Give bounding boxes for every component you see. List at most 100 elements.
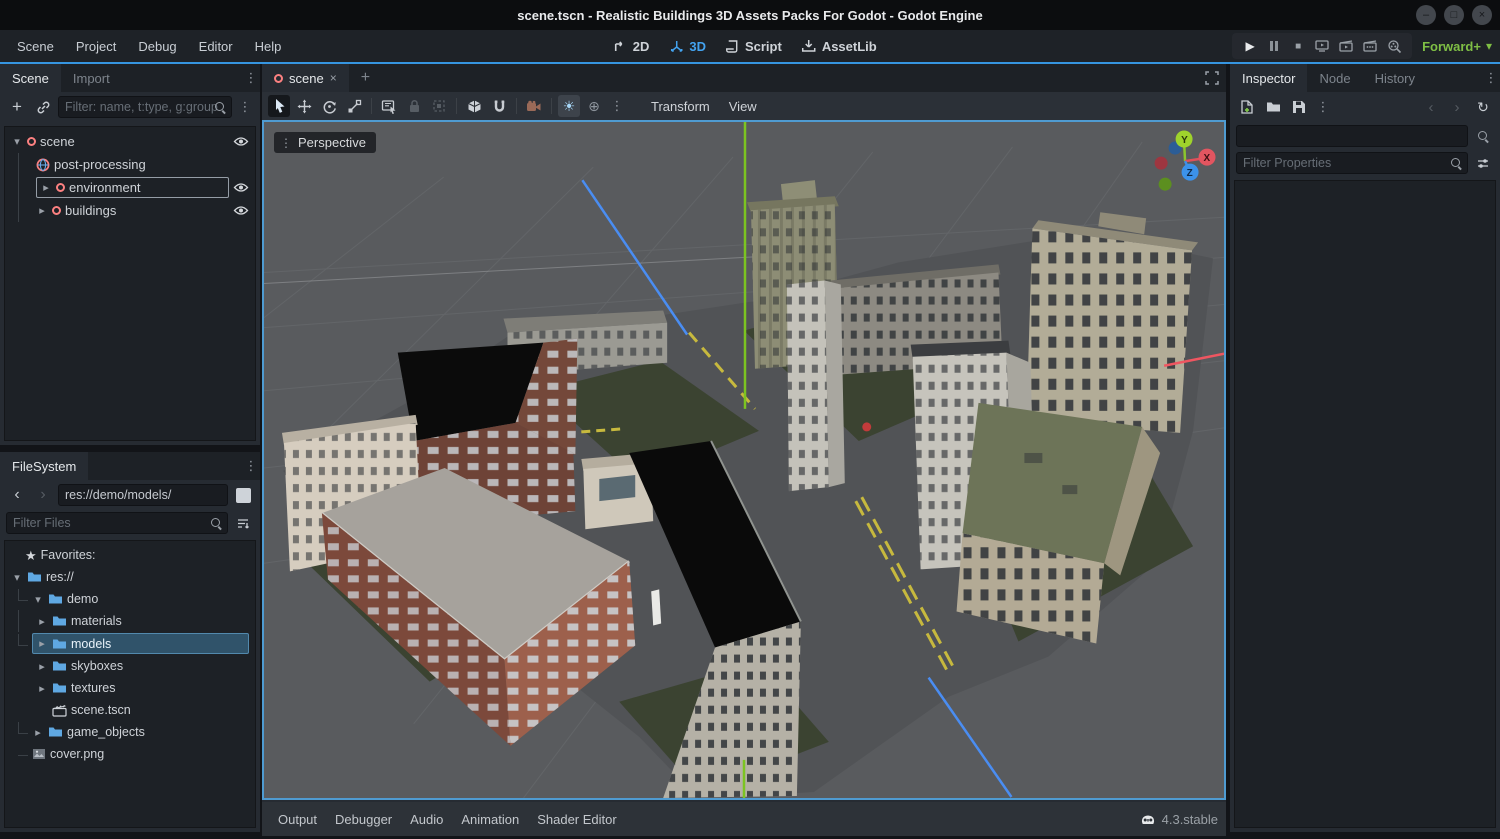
current-path-field[interactable] (58, 484, 228, 506)
chevron-right-icon[interactable]: ▸ (36, 615, 48, 628)
selected-file-row[interactable]: ▸ models (32, 633, 249, 654)
tab-filesystem[interactable]: FileSystem (0, 452, 89, 480)
snap-toggle-button[interactable] (488, 95, 510, 117)
pause-button[interactable] (1264, 36, 1284, 56)
play-button[interactable]: ▶ (1240, 36, 1260, 56)
close-button[interactable]: × (1472, 5, 1492, 25)
save-resource-button[interactable] (1288, 96, 1310, 118)
projection-dropdown[interactable]: ⋮ Perspective (274, 132, 376, 153)
tree-row-scene[interactable]: ▾ scene (7, 130, 253, 153)
nav-forward-button[interactable]: › (32, 484, 54, 506)
scene-dock-menu-button[interactable]: ⋮ (242, 64, 260, 92)
rotate-tool-button[interactable] (318, 95, 340, 117)
filesystem-menu-button[interactable]: ⋮ (242, 452, 260, 480)
viewport-3d[interactable]: Y X Z ⋮ Perspective (262, 120, 1226, 800)
new-resource-button[interactable] (1236, 96, 1258, 118)
tab-import[interactable]: Import (61, 64, 122, 92)
load-resource-button[interactable] (1262, 96, 1284, 118)
maximize-button[interactable]: □ (1444, 5, 1464, 25)
preview-environment-button[interactable]: ⊕ (583, 95, 605, 117)
history-back-button[interactable]: ‹ (1420, 96, 1442, 118)
chevron-right-icon[interactable]: ▸ (36, 204, 48, 217)
stop-button[interactable]: ■ (1288, 36, 1308, 56)
renderer-dropdown[interactable]: Forward+ ▾ (1422, 39, 1492, 54)
visibility-eye-icon[interactable] (233, 182, 249, 193)
play-remote-debug-button[interactable] (1312, 36, 1332, 56)
distraction-free-button[interactable] (1198, 64, 1226, 92)
close-tab-icon[interactable]: × (330, 72, 337, 84)
bottom-tab-debugger[interactable]: Debugger (327, 808, 400, 831)
tab-node[interactable]: Node (1307, 64, 1362, 92)
chevron-down-icon[interactable]: ▾ (32, 593, 44, 606)
menu-project[interactable]: Project (67, 35, 125, 58)
menu-editor[interactable]: Editor (190, 35, 242, 58)
inspector-menu-button[interactable]: ⋮ (1482, 64, 1500, 92)
play-scene-button[interactable] (1336, 36, 1356, 56)
visibility-eye-icon[interactable] (233, 136, 249, 147)
fs-row-res[interactable]: ▾ res:// (7, 566, 253, 588)
open-scene-tab[interactable]: scene × (262, 64, 349, 92)
play-custom-scene-button[interactable] (1360, 36, 1380, 56)
preview-menu-button[interactable]: ⋮ (608, 98, 626, 114)
fs-row-favorites[interactable]: ★ Favorites: (7, 544, 253, 566)
transform-menu[interactable]: Transform (643, 99, 718, 114)
bottom-tab-animation[interactable]: Animation (453, 808, 527, 831)
add-node-button[interactable]: + (6, 96, 28, 118)
view-menu[interactable]: View (721, 99, 765, 114)
chevron-right-icon[interactable]: ▸ (36, 637, 48, 650)
stop-sign[interactable] (862, 422, 872, 432)
tree-row-post-processing[interactable]: post-processing (7, 153, 253, 176)
nav-back-button[interactable]: ‹ (6, 484, 28, 506)
building-white-tower-a[interactable] (786, 280, 845, 492)
instance-scene-button[interactable] (32, 96, 54, 118)
gizmo-neg-x[interactable] (1154, 156, 1168, 170)
inspector-extra-menu-button[interactable]: ⋮ (1314, 99, 1332, 115)
fs-row-scene-tscn[interactable]: scene.tscn (7, 699, 253, 721)
chevron-right-icon[interactable]: ▸ (36, 660, 48, 673)
camera-override-button[interactable] (523, 95, 545, 117)
extra-filters-button[interactable] (1472, 152, 1494, 174)
fs-row-models[interactable]: ▸ models (7, 632, 253, 655)
scene-toolbar-menu-button[interactable]: ⋮ (236, 99, 254, 115)
version-info[interactable]: 4.3.stable (1140, 812, 1218, 827)
movie-maker-button[interactable] (1384, 36, 1404, 56)
fs-row-demo[interactable]: ▾ demo (7, 588, 253, 610)
dock-divider[interactable] (0, 445, 260, 452)
switch-script[interactable]: Script (726, 39, 782, 54)
group-button[interactable] (428, 95, 450, 117)
chevron-down-icon[interactable]: ▾ (11, 135, 23, 148)
list-select-tool-button[interactable] (378, 95, 400, 117)
menu-help[interactable]: Help (246, 35, 291, 58)
bottom-tab-shader-editor[interactable]: Shader Editor (529, 808, 625, 831)
fs-row-skyboxes[interactable]: ▸ skyboxes (7, 655, 253, 677)
building-right-tall[interactable] (1026, 212, 1199, 433)
chevron-down-icon[interactable]: ▾ (11, 571, 23, 584)
gizmo-neg-y[interactable] (1158, 177, 1172, 191)
focused-row-box[interactable]: ▸ environment (36, 177, 229, 198)
tab-history[interactable]: History (1363, 64, 1427, 92)
switch-3d[interactable]: 3D (669, 39, 706, 54)
chevron-right-icon[interactable]: ▸ (36, 682, 48, 695)
tree-row-buildings[interactable]: ▸ buildings (7, 199, 253, 222)
lock-button[interactable] (403, 95, 425, 117)
tab-scene[interactable]: Scene (0, 64, 61, 92)
fs-row-textures[interactable]: ▸ textures (7, 677, 253, 699)
minimize-button[interactable]: – (1416, 5, 1436, 25)
sort-files-button[interactable] (232, 512, 254, 534)
local-space-toggle-button[interactable] (463, 95, 485, 117)
menu-scene[interactable]: Scene (8, 35, 63, 58)
switch-2d[interactable]: 2D (613, 39, 649, 54)
history-forward-button[interactable]: › (1446, 96, 1468, 118)
open-docs-button[interactable] (1472, 125, 1494, 147)
object-history-button[interactable]: ↻ (1472, 96, 1494, 118)
split-mode-toggle-button[interactable] (232, 484, 254, 506)
menu-debug[interactable]: Debug (129, 35, 185, 58)
fs-row-game-objects[interactable]: ▸ game_objects (7, 721, 253, 743)
visibility-eye-icon[interactable] (233, 205, 249, 216)
bottom-tab-output[interactable]: Output (270, 808, 325, 831)
scale-tool-button[interactable] (343, 95, 365, 117)
tab-inspector[interactable]: Inspector (1230, 64, 1308, 92)
bottom-tab-audio[interactable]: Audio (402, 808, 451, 831)
chevron-right-icon[interactable]: ▸ (40, 181, 52, 194)
select-tool-button[interactable] (268, 95, 290, 117)
